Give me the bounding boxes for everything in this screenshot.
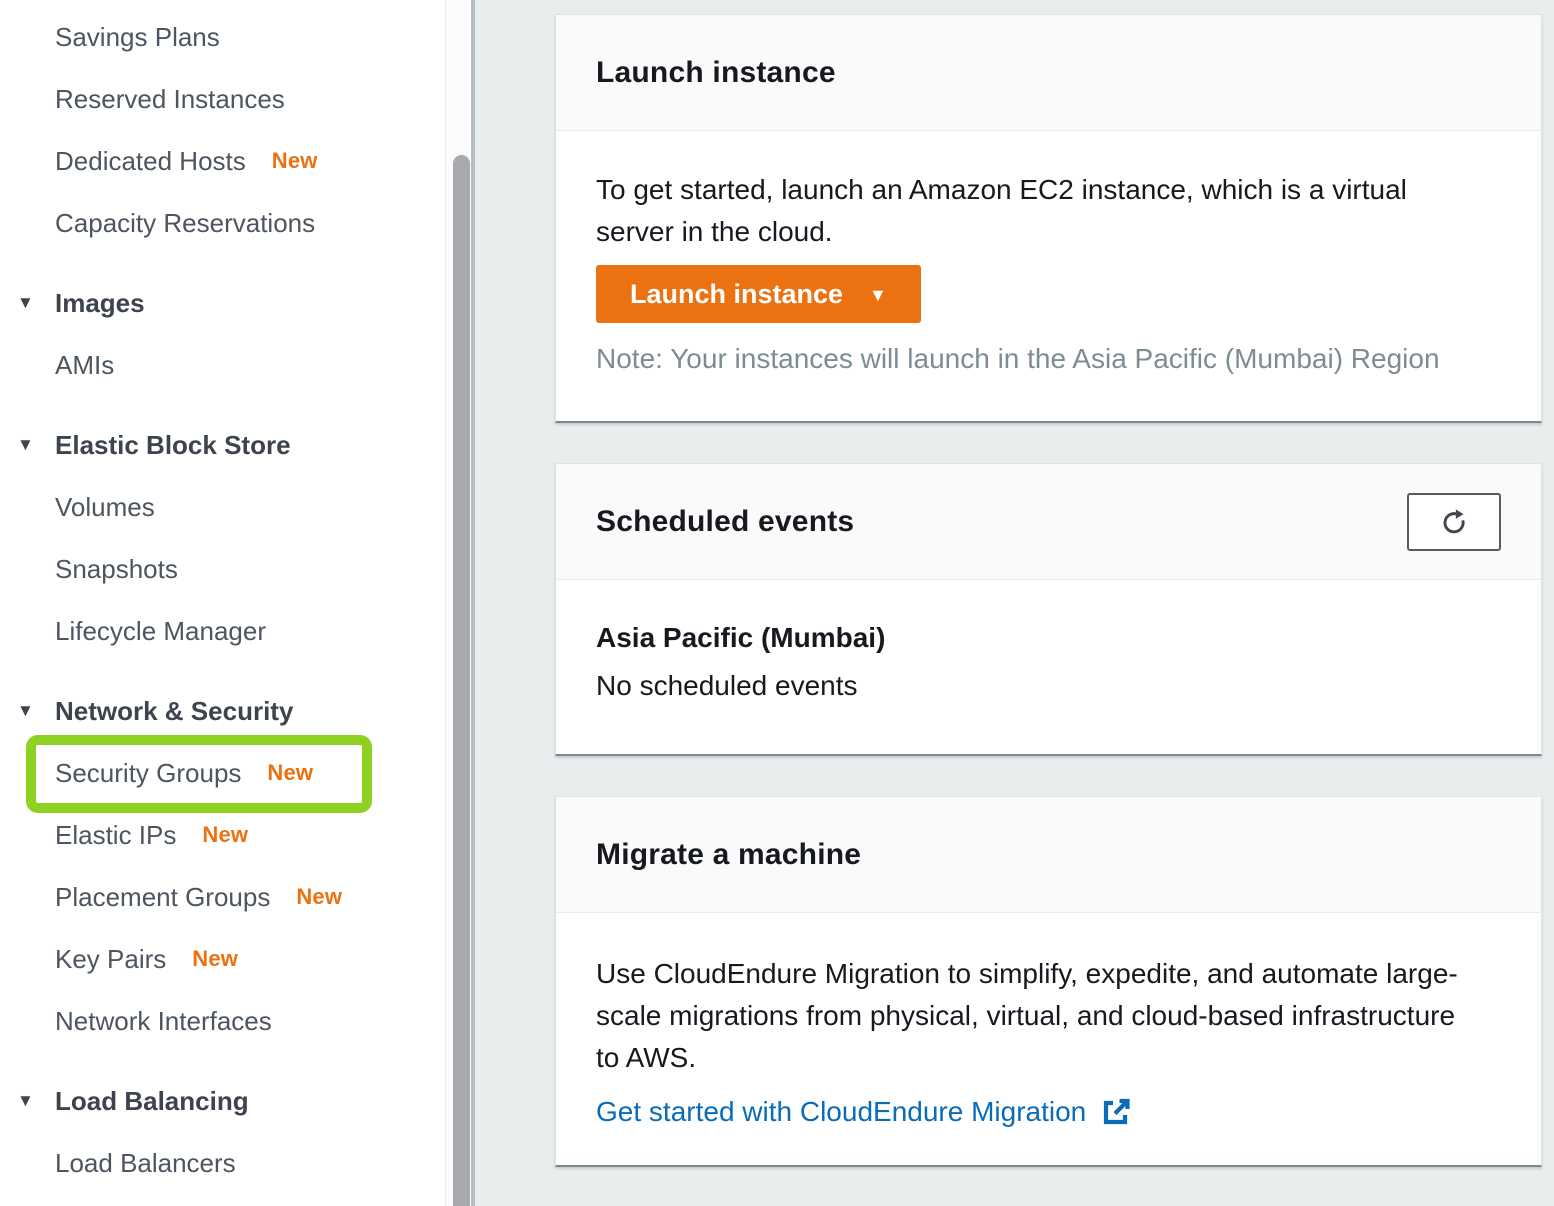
sidebar-item-volumes[interactable]: Volumes bbox=[0, 476, 445, 538]
new-badge: New bbox=[272, 148, 318, 174]
migrate-machine-card: Migrate a machine Use CloudEndure Migrat… bbox=[555, 796, 1542, 1167]
sidebar-section-label: Network & Security bbox=[55, 696, 293, 727]
card-title: Scheduled events bbox=[596, 505, 854, 539]
refresh-icon bbox=[1438, 506, 1470, 538]
sidebar-item-savings-plans[interactable]: Savings Plans bbox=[0, 6, 445, 68]
migrate-machine-card-body: Use CloudEndure Migration to simplify, e… bbox=[556, 913, 1541, 1165]
sidebar-item-amis[interactable]: AMIs bbox=[0, 334, 445, 396]
sidebar-item-label: Placement Groups bbox=[55, 882, 270, 913]
sidebar-section-load-balancing[interactable]: ▼ Load Balancing bbox=[0, 1070, 445, 1132]
new-badge: New bbox=[192, 946, 238, 972]
sidebar-item-snapshots[interactable]: Snapshots bbox=[0, 538, 445, 600]
dashboard-content: Launch instance To get started, launch a… bbox=[475, 0, 1554, 1206]
migrate-machine-card-header: Migrate a machine bbox=[556, 797, 1541, 913]
new-badge: New bbox=[202, 822, 248, 848]
sidebar-item-security-groups[interactable]: Security Groups New bbox=[0, 742, 445, 804]
sidebar-item-dedicated-hosts[interactable]: Dedicated Hosts New bbox=[0, 130, 445, 192]
sidebar-item-placement-groups[interactable]: Placement Groups New bbox=[0, 866, 445, 928]
caret-down-icon: ▼ bbox=[17, 701, 34, 721]
sidebar-section-images[interactable]: ▼ Images bbox=[0, 272, 445, 334]
refresh-button[interactable] bbox=[1407, 493, 1501, 551]
launch-instance-card-header: Launch instance bbox=[556, 15, 1541, 131]
sidebar-item-load-balancers[interactable]: Load Balancers bbox=[0, 1132, 445, 1194]
sidebar-item-elastic-ips[interactable]: Elastic IPs New bbox=[0, 804, 445, 866]
sidebar-item-label: Dedicated Hosts bbox=[55, 146, 246, 177]
sidebar-item-label: Security Groups bbox=[55, 758, 241, 789]
sidebar-section-label: Elastic Block Store bbox=[55, 430, 291, 461]
scheduled-events-card: Scheduled events Asia Pacific (Mumbai) N… bbox=[555, 463, 1542, 756]
card-title: Migrate a machine bbox=[596, 838, 861, 872]
sidebar-item-label: Volumes bbox=[55, 492, 155, 523]
region-note: Note: Your instances will launch in the … bbox=[596, 341, 1501, 377]
sidebar-item-key-pairs[interactable]: Key Pairs New bbox=[0, 928, 445, 990]
sidebar-section-elastic-block-store[interactable]: ▼ Elastic Block Store bbox=[0, 414, 445, 476]
cloudendure-migration-link[interactable]: Get started with CloudEndure Migration bbox=[596, 1093, 1132, 1131]
caret-down-icon: ▼ bbox=[869, 283, 887, 306]
launch-instance-card-body: To get started, launch an Amazon EC2 ins… bbox=[556, 131, 1541, 421]
card-title: Launch instance bbox=[596, 56, 836, 90]
launch-instance-button-label: Launch instance bbox=[630, 279, 843, 310]
sidebar-item-label: Savings Plans bbox=[55, 22, 220, 53]
sidebar-item-label: Elastic IPs bbox=[55, 820, 176, 851]
sidebar-item-label: Reserved Instances bbox=[55, 84, 285, 115]
sidebar-item-label: Capacity Reservations bbox=[55, 208, 315, 239]
new-badge: New bbox=[267, 760, 313, 786]
caret-down-icon: ▼ bbox=[17, 293, 34, 313]
caret-down-icon: ▼ bbox=[17, 1091, 34, 1111]
migrate-machine-description: Use CloudEndure Migration to simplify, e… bbox=[596, 953, 1501, 1079]
sidebar-item-label: AMIs bbox=[55, 350, 114, 381]
caret-down-icon: ▼ bbox=[17, 435, 34, 455]
sidebar-scrollbar-track[interactable] bbox=[445, 0, 471, 1206]
region-heading: Asia Pacific (Mumbai) bbox=[596, 618, 1501, 658]
sidebar-section-network-security[interactable]: ▼ Network & Security bbox=[0, 680, 445, 742]
sidebar-item-capacity-reservations[interactable]: Capacity Reservations bbox=[0, 192, 445, 254]
launch-instance-description: To get started, launch an Amazon EC2 ins… bbox=[596, 169, 1501, 253]
sidebar-section-label: Images bbox=[55, 288, 145, 319]
new-badge: New bbox=[296, 884, 342, 910]
sidebar-item-reserved-instances[interactable]: Reserved Instances bbox=[0, 68, 445, 130]
sidebar-section-label: Load Balancing bbox=[55, 1086, 249, 1117]
scheduled-events-status: No scheduled events bbox=[596, 666, 1501, 706]
launch-instance-button[interactable]: Launch instance ▼ bbox=[596, 265, 921, 323]
sidebar-item-label: Key Pairs bbox=[55, 944, 166, 975]
external-link-icon bbox=[1100, 1096, 1132, 1128]
sidebar-item-label: Load Balancers bbox=[55, 1148, 236, 1179]
sidebar-item-network-interfaces[interactable]: Network Interfaces bbox=[0, 990, 445, 1052]
launch-instance-card: Launch instance To get started, launch a… bbox=[555, 14, 1542, 423]
scheduled-events-card-header: Scheduled events bbox=[556, 464, 1541, 580]
side-navigation: Savings Plans Reserved Instances Dedicat… bbox=[0, 0, 445, 1206]
ec2-console-page: Savings Plans Reserved Instances Dedicat… bbox=[0, 0, 1554, 1206]
side-navigation-list: Savings Plans Reserved Instances Dedicat… bbox=[0, 0, 445, 1194]
sidebar-item-label: Snapshots bbox=[55, 554, 178, 585]
sidebar-item-lifecycle-manager[interactable]: Lifecycle Manager bbox=[0, 600, 445, 662]
sidebar-item-label: Lifecycle Manager bbox=[55, 616, 266, 647]
sidebar-item-label: Network Interfaces bbox=[55, 1006, 272, 1037]
sidebar-scrollbar-thumb[interactable] bbox=[453, 155, 470, 1206]
scheduled-events-card-body: Asia Pacific (Mumbai) No scheduled event… bbox=[556, 580, 1541, 754]
